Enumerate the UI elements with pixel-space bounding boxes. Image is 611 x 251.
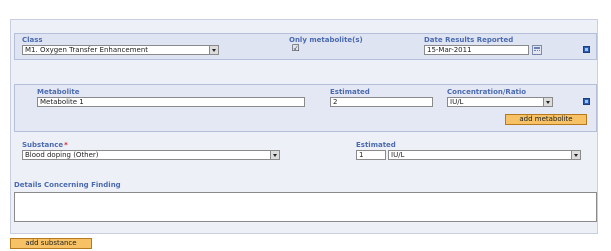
details-label: Details Concerning Finding: [14, 181, 121, 189]
substance-estimated-label: Estimated: [356, 141, 396, 149]
substance-label-text: Substance: [22, 141, 64, 149]
class-label: Class: [22, 36, 43, 44]
metabolite-estimated-input[interactable]: 2: [330, 97, 433, 107]
only-metabolite-label: Only metabolite(s): [289, 36, 363, 44]
class-select-value: M1. Oxygen Transfer Enhancement: [25, 46, 149, 54]
metabolite-label: Metabolite: [37, 88, 80, 96]
concentration-select-value: IU/L: [450, 98, 464, 106]
substance-unit-value: IU/L: [391, 151, 405, 159]
required-mark: *: [64, 141, 68, 149]
class-select[interactable]: M1. Oxygen Transfer Enhancement: [22, 45, 219, 55]
substance-select[interactable]: Blood doping (Other): [22, 150, 280, 160]
substance-select-value: Blood doping (Other): [25, 151, 99, 159]
chevron-down-icon[interactable]: [571, 151, 580, 159]
concentration-label: Concentration/Ratio: [447, 88, 527, 96]
concentration-select[interactable]: IU/L: [447, 97, 553, 107]
only-metabolite-checkbox[interactable]: ☑: [291, 45, 300, 55]
metabolite-input[interactable]: Metabolite 1: [37, 97, 305, 107]
remove-metabolite-icon[interactable]: [583, 98, 590, 105]
chevron-down-icon[interactable]: [270, 151, 279, 159]
add-substance-button[interactable]: add substance: [10, 238, 92, 249]
add-metabolite-button[interactable]: add metabolite: [505, 114, 587, 125]
metabolite-estimated-label: Estimated: [330, 88, 370, 96]
chevron-down-icon[interactable]: [209, 46, 218, 54]
substance-label: Substance*: [22, 141, 68, 149]
date-reported-input[interactable]: 15-Mar-2011: [424, 45, 529, 55]
details-textarea[interactable]: [14, 192, 597, 222]
substance-unit-select[interactable]: IU/L: [388, 150, 581, 160]
expand-icon[interactable]: [583, 46, 590, 53]
chevron-down-icon[interactable]: [543, 98, 552, 106]
date-reported-label: Date Results Reported: [424, 36, 514, 44]
substance-estimated-input[interactable]: 1: [356, 150, 386, 160]
calendar-icon[interactable]: [532, 45, 542, 55]
